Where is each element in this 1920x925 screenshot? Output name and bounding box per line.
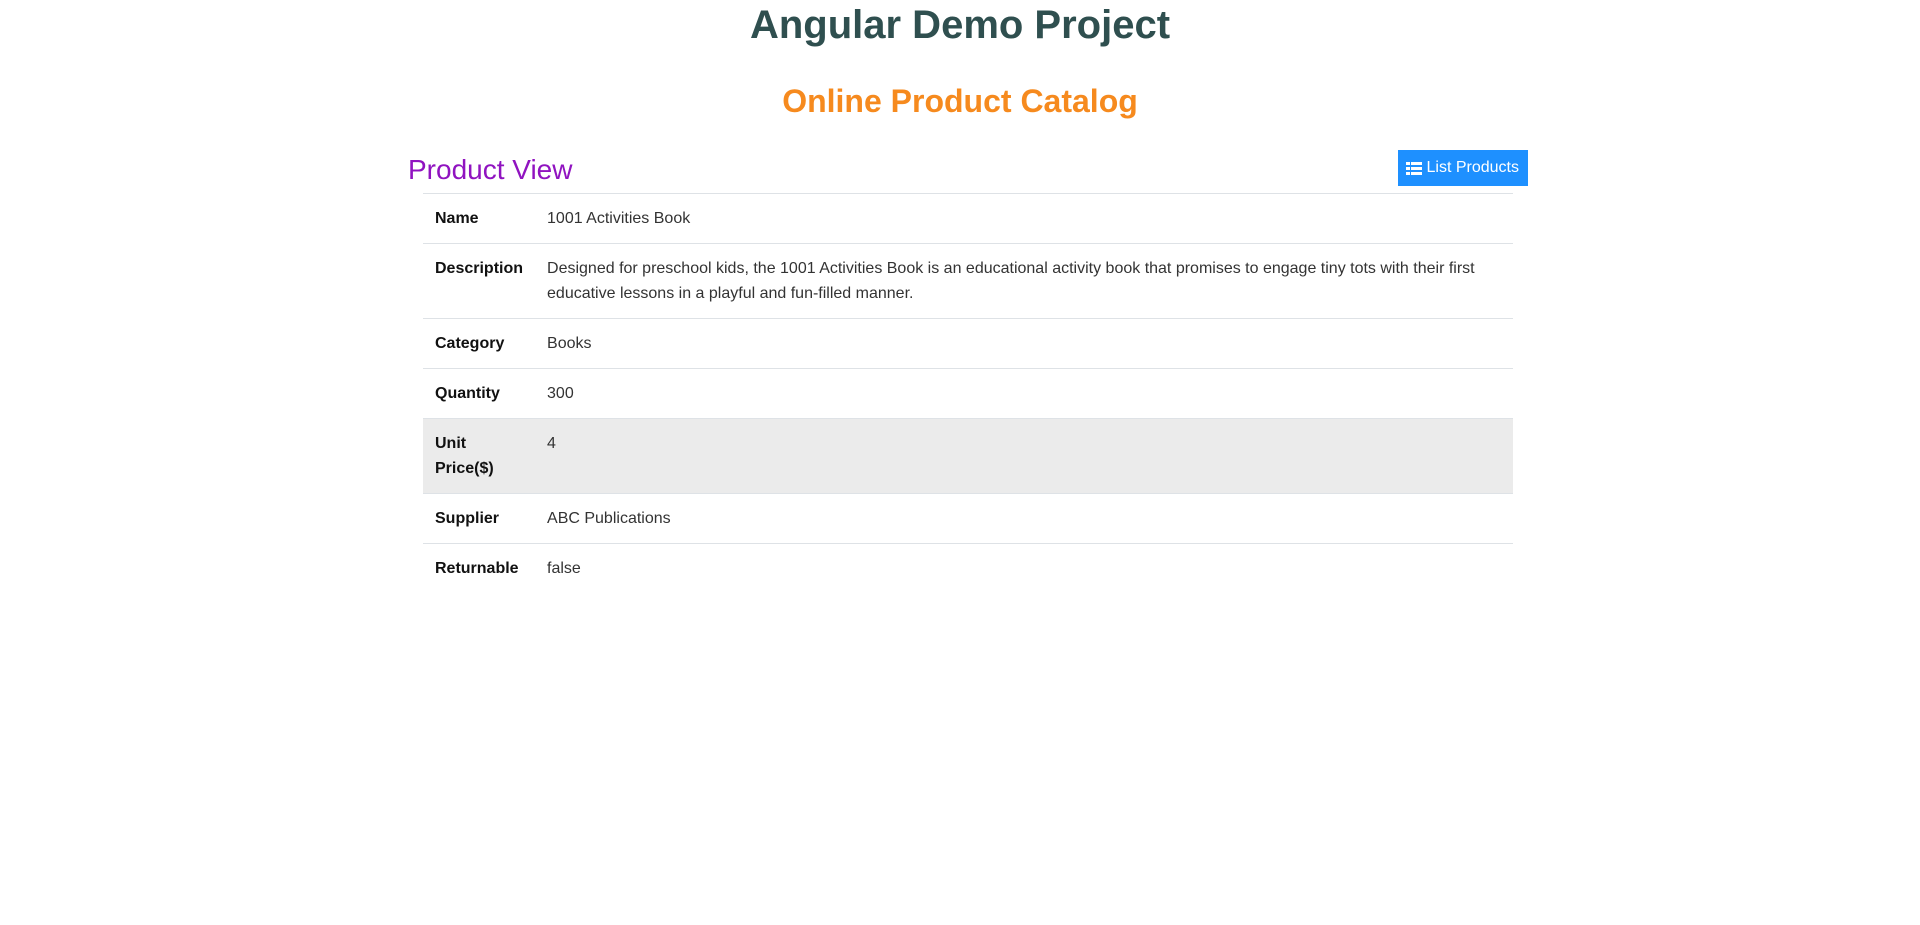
table-row-unit-price: Unit Price($) 4 xyxy=(423,418,1513,494)
list-products-button[interactable]: List Products xyxy=(1397,150,1528,186)
list-icon xyxy=(1405,161,1422,175)
catalog-title: Online Product Catalog xyxy=(782,83,1138,119)
row-value: 4 xyxy=(547,435,556,452)
table-row-supplier: Supplier ABC Publications xyxy=(423,493,1513,544)
list-products-button-label: List Products xyxy=(1426,159,1519,176)
product-view-title: Product View xyxy=(408,154,573,185)
row-label: Unit Price($) xyxy=(435,435,494,477)
table-row-category: Category Books xyxy=(423,318,1513,369)
page: Angular Demo Project Online Product Cata… xyxy=(0,0,1920,925)
row-label: Name xyxy=(435,210,479,227)
row-label: Quantity xyxy=(435,385,500,402)
row-value: ABC Publications xyxy=(547,510,671,527)
product-view-header: Product View List Products xyxy=(408,150,1528,190)
row-value: Books xyxy=(547,335,592,352)
row-value: false xyxy=(547,560,581,577)
table-row-returnable: Returnable false xyxy=(423,543,1513,594)
table-row-name: Name 1001 Activities Book xyxy=(423,193,1513,244)
row-value: Designed for preschool kids, the 1001 Ac… xyxy=(547,260,1475,302)
app-title: Angular Demo Project xyxy=(749,3,1171,47)
row-label: Description xyxy=(435,260,524,277)
product-details-table: Name 1001 Activities Book Description De… xyxy=(423,193,1513,593)
row-value: 1001 Activities Book xyxy=(547,210,691,227)
row-value: 300 xyxy=(547,385,574,402)
row-label: Returnable xyxy=(435,560,519,577)
row-label: Supplier xyxy=(435,510,500,527)
table-row-quantity: Quantity 300 xyxy=(423,368,1513,419)
row-label: Category xyxy=(435,335,505,352)
table-row-description: Description Designed for preschool kids,… xyxy=(423,243,1513,319)
